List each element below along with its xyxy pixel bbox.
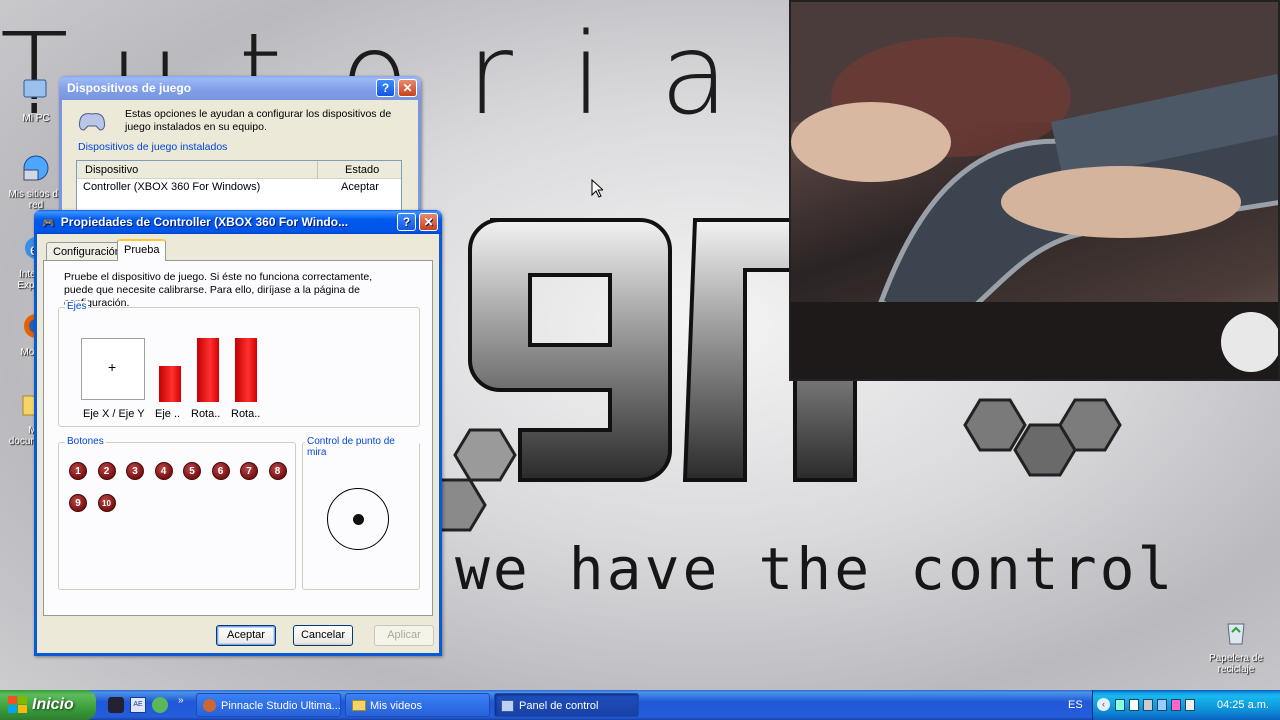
tray-volume-icon[interactable] — [1185, 699, 1195, 711]
axis-bar-rotation-2 — [235, 338, 257, 402]
help-button[interactable]: ? — [397, 213, 416, 231]
group-label: Ejes — [65, 301, 89, 312]
axes-group: Ejes + Eje X / Eje Y Eje .. Rota.. Rota.… — [58, 301, 420, 427]
game-devices-titlebar[interactable]: Dispositivos de juego ? ✕ — [59, 76, 421, 100]
tab-prueba[interactable]: Prueba — [117, 239, 167, 261]
axis-bar-fill — [159, 366, 181, 402]
xy-axis-label: Eje X / Eje Y — [83, 408, 145, 420]
axis-bar-z — [159, 338, 181, 402]
webcam-overlay-image — [789, 0, 1280, 381]
properties-titlebar[interactable]: 🎮 Propiedades de Controller (XBOX 360 Fo… — [34, 210, 442, 234]
pov-indicator-dot — [353, 514, 364, 525]
taskbar: Inicio AE » Pinnacle Studio Ultima... Mi… — [0, 690, 1280, 720]
quicklaunch-show-desktop-icon[interactable]: AE — [130, 697, 146, 713]
controller-properties-window: 🎮 Propiedades de Controller (XBOX 360 Fo… — [34, 210, 442, 656]
tab-configuracion[interactable]: Configuración — [46, 242, 128, 261]
language-indicator[interactable]: ES — [1068, 690, 1083, 720]
axis-bar-label: Rota.. — [231, 408, 261, 420]
taskbar-button-pinnacle[interactable]: Pinnacle Studio Ultima... — [196, 693, 341, 717]
gamepad-button-2: 2 — [97, 462, 116, 480]
gamepad-button-4: 4 — [154, 462, 173, 480]
apply-button[interactable]: Aplicar — [374, 625, 434, 646]
recycle-bin-icon — [1227, 623, 1245, 645]
system-tray: ‹ 04:25 a.m. — [1092, 690, 1280, 720]
group-label: Botones — [65, 436, 106, 447]
window-title: Dispositivos de juego — [67, 81, 192, 95]
crosshair-marker: + — [108, 359, 117, 375]
devices-list-header: Dispositivo Estado — [77, 161, 401, 179]
window-title: Propiedades de Controller (XBOX 360 For … — [60, 215, 349, 229]
cancel-button[interactable]: Cancelar — [293, 625, 353, 646]
test-tab-panel: Pruebe el dispositivo de juego. Si éste … — [43, 260, 433, 616]
computer-icon — [23, 79, 47, 103]
tray-app-icon[interactable] — [1129, 699, 1139, 711]
column-header-status[interactable]: Estado — [345, 164, 379, 176]
taskbar-clock[interactable]: 04:25 a.m. — [1217, 690, 1269, 720]
taskbar-button-panel-de-control[interactable]: Panel de control — [494, 693, 639, 717]
network-icon — [23, 155, 49, 181]
close-button[interactable]: ✕ — [398, 79, 417, 97]
task-label: Mis videos — [370, 700, 422, 712]
test-instructions: Pruebe el dispositivo de juego. Si éste … — [64, 271, 373, 309]
task-label: Pinnacle Studio Ultima... — [221, 700, 341, 712]
tray-network-icon[interactable] — [1143, 699, 1153, 711]
tray-app-icon[interactable] — [1157, 699, 1167, 711]
gamepad-button-5: 5 — [183, 462, 201, 480]
group-label: Dispositivos de juego instalados — [78, 141, 228, 153]
tray-app-icon[interactable] — [1171, 699, 1181, 711]
desktop-icon-label: Papelera de reciclaje — [1209, 653, 1263, 675]
pov-group: Control de punto de mira — [302, 436, 420, 590]
gamepad-button-8: 8 — [268, 462, 287, 480]
table-row[interactable]: Controller (XBOX 360 For Windows) Acepta… — [77, 179, 401, 195]
wallpaper-tagline: we have the control — [455, 535, 1176, 603]
axis-bar-label: Eje .. — [155, 408, 181, 420]
help-button[interactable]: ? — [376, 79, 395, 97]
desktop-icon-recycle-bin[interactable]: Papelera de reciclaje — [1202, 616, 1270, 675]
device-status: Aceptar — [341, 181, 379, 193]
pinnacle-icon — [203, 699, 216, 712]
gamepad-button-9: 9 — [69, 494, 87, 512]
start-button[interactable]: Inicio — [0, 690, 96, 720]
windows-logo-icon — [8, 696, 27, 713]
gamepad-button-6: 6 — [211, 462, 230, 480]
gamepad-button-1: 1 — [69, 462, 87, 480]
control-panel-icon — [501, 700, 514, 712]
task-label: Panel de control — [519, 700, 599, 712]
tray-app-icon[interactable] — [1115, 699, 1125, 711]
gamepad-button-3: 3 — [126, 462, 144, 480]
column-header-device[interactable]: Dispositivo — [85, 164, 138, 176]
axis-bar-label: Rota.. — [191, 408, 221, 420]
pov-circle — [327, 488, 389, 550]
quicklaunch-chevron-icon[interactable]: » — [178, 695, 184, 706]
tray-expand-icon[interactable]: ‹ — [1097, 698, 1110, 711]
gamepad-small-icon: 🎮 — [42, 218, 55, 229]
close-button[interactable]: ✕ — [419, 213, 438, 231]
axis-bar-fill — [235, 338, 257, 402]
taskbar-button-mis-videos[interactable]: Mis videos — [345, 693, 490, 717]
quicklaunch-media-icon[interactable] — [108, 697, 124, 713]
folder-icon — [352, 700, 366, 711]
gamepad-button-10: 10 — [97, 494, 116, 512]
group-label: Control de punto de mira — [305, 436, 419, 458]
mouse-cursor-icon — [591, 179, 603, 198]
xy-axis-box: + — [81, 338, 145, 400]
start-label: Inicio — [32, 696, 74, 713]
axis-bar-fill — [197, 338, 219, 402]
ok-button[interactable]: Aceptar — [216, 625, 276, 646]
game-devices-description: Estas opciones le ayudan a configurar lo… — [125, 108, 392, 133]
gamepad-icon — [79, 113, 105, 131]
device-name: Controller (XBOX 360 For Windows) — [83, 181, 261, 193]
gamepad-button-7: 7 — [240, 462, 258, 480]
buttons-group: Botones 1 2 3 4 5 6 7 8 9 10 — [58, 436, 296, 590]
axis-bar-rotation-1 — [197, 338, 219, 402]
quicklaunch-messenger-icon[interactable] — [152, 697, 168, 713]
